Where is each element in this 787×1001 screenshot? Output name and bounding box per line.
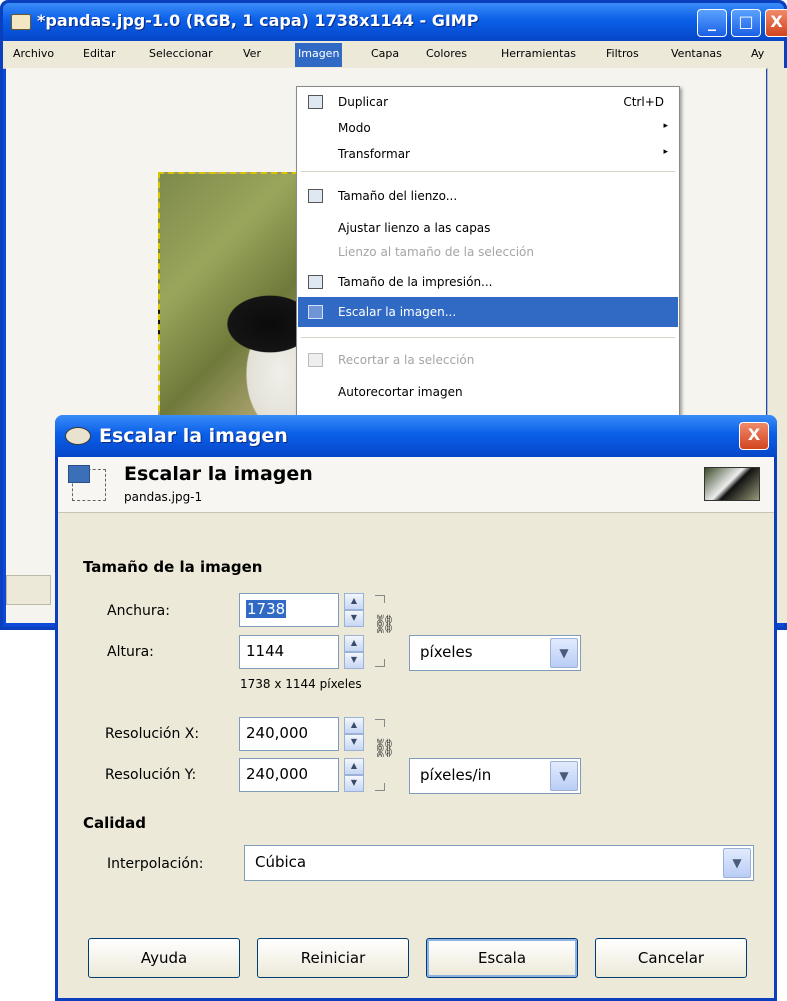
dialog-title: Escalar la imagen xyxy=(99,425,288,447)
menu-imagen[interactable]: Imagen xyxy=(295,43,343,67)
menu-archivo[interactable]: Archivo xyxy=(13,47,54,60)
menu-ventanas[interactable]: Ventanas xyxy=(671,47,722,60)
menu-item-label: Ajustar lienzo a las capas xyxy=(338,221,491,235)
spin-down-icon[interactable]: ▼ xyxy=(344,610,364,627)
dialog-close-button[interactable]: X xyxy=(739,422,769,450)
print-size-icon xyxy=(308,275,323,289)
menu-editar[interactable]: Editar xyxy=(83,47,116,60)
help-button[interactable]: Ayuda xyxy=(88,938,240,978)
size-pixels-note: 1738 x 1144 píxeles xyxy=(240,677,362,691)
menu-herramientas[interactable]: Herramientas xyxy=(501,47,576,60)
gimp-wilber-icon xyxy=(65,427,91,445)
menu-item-tamano-impresion[interactable]: Tamaño de la impresión... xyxy=(298,267,678,297)
imagen-dropdown-menu: Duplicar Ctrl+D Modo ▸ Transformar ▸ Tam… xyxy=(296,86,680,416)
canvas-size-icon xyxy=(308,189,323,203)
menu-item-label: Modo xyxy=(338,121,371,135)
menu-item-recortar-seleccion: Recortar a la selección xyxy=(298,345,678,375)
dialog-header-subtitle: pandas.jpg-1 xyxy=(124,490,203,504)
resolution-x-label: Resolución X: xyxy=(105,726,200,742)
resolution-unit-value: píxeles/in xyxy=(420,766,492,784)
menu-item-label: Tamaño del lienzo... xyxy=(338,189,458,203)
scale-button[interactable]: Escala xyxy=(426,938,578,978)
spin-up-icon[interactable]: ▲ xyxy=(344,717,364,734)
shortcut-label: Ctrl+D xyxy=(623,95,664,109)
resolution-y-spinner[interactable]: ▲ ▼ xyxy=(344,758,364,792)
submenu-arrow-icon: ▸ xyxy=(663,147,668,157)
dialog-header-title: Escalar la imagen xyxy=(124,463,313,485)
main-window-title: *pandas.jpg-1.0 (RGB, 1 capa) 1738x1144 … xyxy=(37,11,479,30)
submenu-arrow-icon: ▸ xyxy=(663,121,668,131)
menu-item-label: Tamaño de la impresión... xyxy=(338,275,493,289)
close-button[interactable]: X xyxy=(765,9,787,37)
interpolation-label: Interpolación: xyxy=(107,856,204,872)
size-unit-select[interactable]: píxeles ▼ xyxy=(409,635,581,671)
cancel-button[interactable]: Cancelar xyxy=(595,938,747,978)
menu-filtros[interactable]: Filtros xyxy=(606,47,639,60)
menu-separator xyxy=(301,171,675,172)
maximize-button[interactable]: □ xyxy=(731,9,761,37)
width-value: 1738 xyxy=(246,600,287,618)
dialog-title-bar[interactable]: Escalar la imagen X xyxy=(55,415,777,457)
spin-down-icon[interactable]: ▼ xyxy=(344,775,364,792)
interpolation-select[interactable]: Cúbica ▼ xyxy=(244,845,754,881)
crop-knife-icon xyxy=(308,353,323,367)
quality-section-title: Calidad xyxy=(83,814,147,832)
image-size-section-title: Tamaño de la imagen xyxy=(83,558,263,576)
dropdown-arrow-icon[interactable]: ▼ xyxy=(550,638,578,668)
spin-up-icon[interactable]: ▲ xyxy=(344,758,364,775)
spin-up-icon[interactable]: ▲ xyxy=(344,635,364,652)
width-input[interactable]: 1738 xyxy=(239,593,339,627)
menu-capa[interactable]: Capa xyxy=(371,47,399,60)
spin-down-icon[interactable]: ▼ xyxy=(344,652,364,669)
menu-item-label: Escalar la imagen... xyxy=(338,305,457,319)
dialog-header: Escalar la imagen pandas.jpg-1 xyxy=(58,457,774,513)
menu-separator xyxy=(301,337,675,338)
height-label: Altura: xyxy=(107,644,154,660)
scale-image-dialog: Escalar la imagen X Escalar la imagen pa… xyxy=(55,415,777,1001)
size-unit-value: píxeles xyxy=(420,643,473,661)
width-label: Anchura: xyxy=(107,603,170,619)
menu-item-label: Duplicar xyxy=(338,95,389,109)
spin-up-icon[interactable]: ▲ xyxy=(344,593,364,610)
interpolation-value: Cúbica xyxy=(255,853,307,871)
menu-ayuda[interactable]: Ay xyxy=(751,47,764,60)
resolution-x-input[interactable]: 240,000 xyxy=(239,717,339,751)
width-spinner[interactable]: ▲ ▼ xyxy=(344,593,364,627)
menu-item-label: Lienzo al tamaño de la selección xyxy=(338,245,534,259)
scale-image-icon xyxy=(68,465,108,503)
menu-item-label: Transformar xyxy=(338,147,410,161)
scale-image-icon xyxy=(308,305,323,319)
menu-ver[interactable]: Ver xyxy=(243,47,261,60)
resolution-x-spinner[interactable]: ▲ ▼ xyxy=(344,717,364,751)
resolution-y-input[interactable]: 240,000 xyxy=(239,758,339,792)
reset-button[interactable]: Reiniciar xyxy=(257,938,409,978)
menu-item-lienzo-seleccion: Lienzo al tamaño de la selección xyxy=(298,237,678,267)
menu-item-label: Recortar a la selección xyxy=(338,353,475,367)
menu-item-escalar-imagen[interactable]: Escalar la imagen... xyxy=(298,297,678,327)
resolution-unit-select[interactable]: píxeles/in ▼ xyxy=(409,758,581,794)
spin-down-icon[interactable]: ▼ xyxy=(344,734,364,751)
dropdown-arrow-icon[interactable]: ▼ xyxy=(723,848,751,878)
menu-seleccionar[interactable]: Seleccionar xyxy=(149,47,213,60)
chain-link-size-icon[interactable]: ⛓ xyxy=(373,595,396,667)
chain-link-resolution-icon[interactable]: ⛓ xyxy=(373,719,396,791)
minimize-button[interactable]: _ xyxy=(697,9,727,37)
image-thumbnail xyxy=(704,467,760,501)
menu-item-autorecortar[interactable]: Autorecortar imagen xyxy=(298,377,678,407)
height-spinner[interactable]: ▲ ▼ xyxy=(344,635,364,669)
menu-colores[interactable]: Colores xyxy=(426,47,467,60)
height-input[interactable]: 1144 xyxy=(239,635,339,669)
menu-item-tamano-lienzo[interactable]: Tamaño del lienzo... xyxy=(298,181,678,211)
main-title-bar[interactable]: *pandas.jpg-1.0 (RGB, 1 capa) 1738x1144 … xyxy=(3,3,787,41)
navigation-corner[interactable] xyxy=(6,575,51,605)
dropdown-arrow-icon[interactable]: ▼ xyxy=(550,761,578,791)
menu-bar: Archivo Editar Seleccionar Ver Imagen Ca… xyxy=(3,41,784,69)
menu-item-transformar[interactable]: Transformar ▸ xyxy=(298,139,678,169)
menu-item-label: Autorecortar imagen xyxy=(338,385,463,399)
gimp-app-icon xyxy=(11,14,31,30)
duplicate-icon xyxy=(308,95,323,109)
resolution-y-label: Resolución Y: xyxy=(105,767,197,783)
